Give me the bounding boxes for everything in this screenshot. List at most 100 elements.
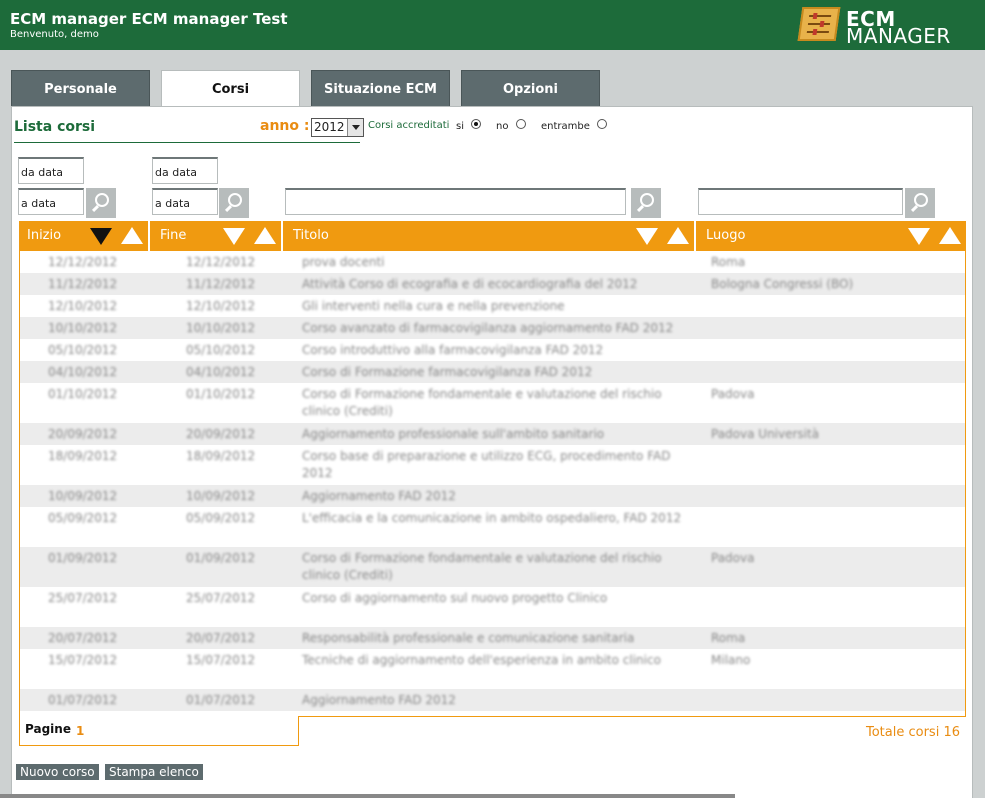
sort-fine-asc-button[interactable] [253, 224, 277, 248]
tab-opzioni[interactable]: Opzioni [461, 70, 600, 107]
radio-entrambe-label: entrambe [541, 121, 590, 132]
tab-situazione-ecm[interactable]: Situazione ECM [311, 70, 450, 107]
table-row[interactable]: 25/07/2012 25/07/2012 Corso di aggiornamen… [20, 587, 965, 627]
app-header: ECM manager ECM manager Test Benvenuto, … [0, 0, 985, 50]
stampa-elenco-button[interactable]: Stampa elenco [105, 764, 203, 780]
table-row[interactable]: 20/07/2012 20/07/2012 Responsabilità profe… [20, 627, 965, 649]
cell-titolo: Corso di aggiornamento sul nuovo progett… [302, 591, 608, 605]
anno-select[interactable]: 2012 [311, 118, 364, 137]
nuovo-corso-button[interactable]: Nuovo corso [16, 764, 99, 780]
sort-luogo-desc-button[interactable] [907, 224, 931, 248]
cell-titolo: Aggiornamento FAD 2012 [302, 489, 456, 503]
radio-si[interactable] [471, 119, 482, 129]
cell-titolo: L'efficacia e la comunicazione in ambito… [302, 511, 682, 525]
sort-luogo-asc-button[interactable] [938, 224, 962, 248]
cell-titolo: Corso di Formazione fondamentale e valut… [302, 551, 662, 582]
table-row[interactable]: 15/07/2012 15/07/2012 Tecniche di aggiorna… [20, 649, 965, 689]
cell-luogo: Padova Università [711, 427, 820, 441]
abacus-icon [797, 7, 841, 41]
cell-inizio: 12/10/2012 [48, 299, 118, 313]
courses-table-body: 12/12/2012 12/12/2012 prova docenti Roma 11/… [19, 251, 966, 717]
column-titolo: Titolo [293, 228, 329, 243]
inizio-da-data-input[interactable]: da data [18, 157, 84, 184]
sort-inizio-asc-button[interactable] [120, 224, 144, 248]
app-title: ECM manager ECM manager Test [10, 10, 288, 28]
sort-titolo-desc-button[interactable] [635, 224, 659, 248]
cell-luogo: Roma [711, 631, 746, 645]
cell-inizio: 04/10/2012 [48, 365, 118, 379]
totale-corsi: Totale corsi 16 [866, 725, 960, 740]
radio-no[interactable] [515, 119, 526, 129]
cell-inizio: 12/12/2012 [48, 255, 118, 269]
arrow-up-icon [667, 227, 689, 244]
cell-inizio: 18/09/2012 [48, 449, 118, 463]
cell-luogo: Roma [711, 255, 746, 269]
cell-titolo: Aggiornamento FAD 2012 [302, 693, 456, 707]
radio-si-label: si [456, 121, 464, 132]
luogo-search-input[interactable] [698, 188, 903, 215]
search-fine-button[interactable] [219, 188, 249, 218]
cell-fine: 18/09/2012 [186, 449, 256, 463]
cell-titolo: prova docenti [302, 255, 385, 269]
cell-luogo: Bologna Congressi (BO) [711, 277, 854, 291]
table-row[interactable]: 18/09/2012 18/09/2012 Corso base di prepar… [20, 445, 965, 485]
tab-personale[interactable]: Personale [11, 70, 150, 107]
table-row[interactable]: 01/07/2012 01/07/2012 Aggiornamento FAD 20… [20, 689, 965, 711]
arrow-up-icon [254, 227, 276, 244]
table-row[interactable]: 10/10/2012 10/10/2012 Corso avanzato di fa… [20, 317, 965, 339]
table-row[interactable]: 11/12/2012 11/12/2012 Attività Corso di ec… [20, 273, 965, 295]
table-row[interactable]: 01/09/2012 01/09/2012 Corso di Formazione … [20, 547, 965, 587]
cell-fine: 12/12/2012 [186, 255, 256, 269]
arrow-down-icon [636, 228, 658, 245]
cell-inizio: 20/07/2012 [48, 631, 118, 645]
table-row[interactable]: 20/09/2012 20/09/2012 Aggiornamento profes… [20, 423, 965, 445]
anno-value: 2012 [314, 120, 345, 134]
page-link-1[interactable]: 1 [76, 724, 84, 738]
cell-titolo: Gli interventi nella cura e nella preven… [302, 299, 565, 313]
bottom-divider [0, 794, 735, 798]
cell-fine: 20/07/2012 [186, 631, 256, 645]
table-row[interactable]: 12/10/2012 12/10/2012 Gli interventi nella… [20, 295, 965, 317]
table-row[interactable]: 05/09/2012 05/09/2012 L'efficacia e la com… [20, 507, 965, 547]
table-row[interactable]: 04/10/2012 04/10/2012 Corso di Formazione … [20, 361, 965, 383]
cell-titolo: Attività Corso di ecografia e di ecocard… [302, 277, 638, 291]
table-row[interactable]: 05/10/2012 05/10/2012 Corso introduttivo a… [20, 339, 965, 361]
cell-titolo: Corso base di preparazione e utilizzo EC… [302, 449, 671, 480]
corsi-accreditati-label: Corsi accreditati [368, 120, 450, 131]
radio-no-group: no [496, 119, 526, 132]
radio-entrambe[interactable] [597, 119, 608, 129]
table-row[interactable]: 10/09/2012 10/09/2012 Aggiornamento FAD 20… [20, 485, 965, 507]
arrow-down-icon [90, 228, 112, 245]
tab-corsi[interactable]: Corsi [161, 70, 300, 108]
column-luogo: Luogo [706, 228, 746, 243]
chevron-down-icon[interactable] [347, 119, 363, 136]
ecm-manager-logo: ECM MANAGER [797, 6, 960, 48]
titolo-search-input[interactable] [285, 188, 626, 215]
table-row[interactable]: 01/10/2012 01/10/2012 Corso di Formazione … [20, 383, 965, 423]
cell-titolo: Corso introduttivo alla farmacovigilanza… [302, 343, 604, 357]
cell-fine: 25/07/2012 [186, 591, 256, 605]
search-titolo-button[interactable] [631, 188, 661, 218]
pagine-label: Pagine [25, 722, 71, 736]
cell-inizio: 10/09/2012 [48, 489, 118, 503]
fine-da-data-input[interactable]: da data [152, 157, 218, 184]
pagination: Pagine 1 [19, 716, 299, 746]
cell-luogo: Padova [711, 551, 755, 565]
search-luogo-button[interactable] [905, 188, 935, 218]
logo-text-manager: MANAGER [846, 24, 951, 48]
sort-titolo-asc-button[interactable] [666, 224, 690, 248]
fine-a-data-input[interactable]: a data [152, 188, 218, 215]
cell-fine: 05/10/2012 [186, 343, 256, 357]
cell-inizio: 01/10/2012 [48, 387, 118, 401]
radio-entrambe-group: entrambe [541, 119, 608, 132]
table-row[interactable]: 12/12/2012 12/12/2012 prova docenti Roma [20, 251, 965, 273]
inizio-a-data-input[interactable]: a data [18, 188, 84, 215]
search-inizio-button[interactable] [86, 188, 116, 218]
cell-fine: 05/09/2012 [186, 511, 256, 525]
arrow-down-icon [223, 228, 245, 245]
cell-inizio: 01/09/2012 [48, 551, 118, 565]
sort-inizio-desc-button[interactable] [89, 224, 113, 248]
sort-fine-desc-button[interactable] [222, 224, 246, 248]
cell-inizio: 15/07/2012 [48, 653, 118, 667]
anno-label: anno : [260, 118, 310, 134]
